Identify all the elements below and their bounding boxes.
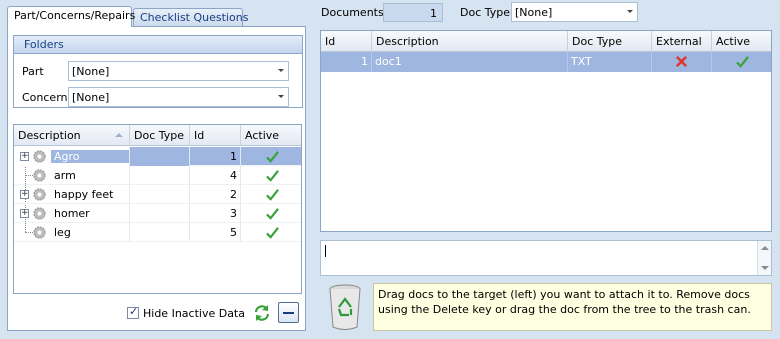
document-cell-doc-type: TXT: [568, 52, 652, 72]
documents-count: 1: [383, 3, 443, 22]
gear-icon: [33, 226, 46, 239]
tree-cell-active: [241, 204, 303, 223]
expand-icon[interactable]: +: [20, 190, 29, 199]
expand-icon[interactable]: +: [20, 152, 29, 161]
doc-type-combo[interactable]: [None]: [511, 2, 638, 22]
tree-cell-id: 5: [190, 223, 241, 242]
part-combo-value: [None]: [72, 65, 110, 78]
documents-grid[interactable]: Id Description Doc Type External Active …: [320, 30, 772, 232]
trash-can-icon[interactable]: [325, 281, 365, 333]
doc-type-label: Doc Type: [460, 6, 511, 19]
document-cell-active: [712, 52, 773, 72]
tree-node-label: Agro: [51, 150, 129, 163]
checkmark-icon: [265, 189, 279, 201]
gear-icon: [33, 188, 46, 201]
column-header-active[interactable]: Active: [712, 31, 773, 52]
column-header-active[interactable]: Active: [241, 125, 303, 146]
collapse-all-button[interactable]: [278, 302, 299, 323]
tree-row[interactable]: arm 4: [14, 166, 301, 185]
column-header-doc-type[interactable]: Doc Type: [568, 31, 652, 52]
folders-group: Folders Part [None] Concern [None]: [13, 35, 303, 108]
chevron-down-icon[interactable]: [627, 10, 633, 13]
column-header-external[interactable]: External: [652, 31, 712, 52]
document-cell-external: [652, 52, 712, 72]
tree-cell-doc-type: [130, 204, 190, 223]
doc-type-combo-value: [None]: [515, 6, 553, 19]
gear-icon: [33, 150, 46, 163]
tree-cell-doc-type: [130, 223, 190, 242]
tree-header: Description Doc Type Id Active: [14, 125, 301, 146]
text-caret: [325, 245, 326, 257]
checkmark-icon: [265, 151, 279, 163]
vertical-scrollbar[interactable]: [757, 241, 771, 275]
document-row[interactable]: 1 doc1 TXT: [321, 52, 771, 72]
tree-cell-active: [241, 223, 303, 242]
concern-combo-value: [None]: [72, 91, 110, 104]
tree-cell-active: [241, 147, 303, 166]
part-label: Part: [22, 65, 44, 78]
tree-cell-description: + Agro: [14, 147, 130, 166]
tree-cell-description: + happy feet: [14, 185, 130, 204]
checkmark-icon: [265, 170, 279, 182]
part-combo[interactable]: [None]: [68, 61, 289, 81]
sort-ascending-icon: [115, 133, 123, 137]
tree-cell-active: [241, 185, 303, 204]
tree-node-label: leg: [54, 226, 71, 239]
tree-row[interactable]: + Agro 1: [14, 147, 301, 166]
column-header-description[interactable]: Description: [14, 125, 130, 146]
checkmark-icon: [736, 56, 749, 68]
tree-cell-doc-type: [130, 185, 190, 204]
part-tree-grid[interactable]: Description Doc Type Id Active + Agro 1: [13, 124, 302, 294]
tree-cell-description: + homer: [14, 204, 130, 223]
gear-icon: [33, 207, 46, 220]
document-notes-textarea[interactable]: [320, 240, 772, 276]
column-header-id[interactable]: Id: [190, 125, 241, 146]
gear-icon: [33, 169, 46, 182]
refresh-icon[interactable]: [252, 303, 272, 323]
tree-node-label: arm: [54, 169, 76, 182]
hide-inactive-label[interactable]: Hide Inactive Data: [143, 307, 245, 320]
tree-row[interactable]: leg 5: [14, 223, 301, 242]
checkmark-icon: [265, 208, 279, 220]
column-header-description[interactable]: Description: [372, 31, 568, 52]
chevron-down-icon[interactable]: [278, 69, 284, 72]
scroll-up-icon[interactable]: [761, 246, 769, 250]
tree-cell-doc-type: [130, 147, 190, 166]
tree-cell-id: 4: [190, 166, 241, 185]
concern-combo[interactable]: [None]: [68, 87, 289, 107]
tab-checklist-questions[interactable]: Checklist Questions: [133, 8, 248, 27]
tree-cell-description: leg: [14, 223, 130, 242]
folders-group-title: Folders: [14, 36, 302, 54]
column-header-description-label: Description: [18, 129, 81, 142]
documents-label: Documents: [321, 6, 384, 19]
scroll-down-icon[interactable]: [761, 266, 769, 270]
tree-node-label: homer: [54, 207, 90, 220]
tree-cell-id: 1: [190, 147, 241, 166]
tab-part-concerns-repairs[interactable]: Part/Concerns/Repairs: [7, 6, 135, 27]
cross-icon: [676, 56, 687, 67]
chevron-down-icon[interactable]: [278, 95, 284, 98]
documents-grid-header: Id Description Doc Type External Active: [321, 31, 771, 52]
column-header-id[interactable]: Id: [321, 31, 372, 52]
tree-cell-id: 2: [190, 185, 241, 204]
tree-row[interactable]: + homer 3: [14, 204, 301, 223]
expand-icon[interactable]: +: [20, 209, 29, 218]
document-cell-description: doc1: [372, 52, 568, 72]
tree-cell-doc-type: [130, 166, 190, 185]
tree-cell-description: arm: [14, 166, 130, 185]
drag-hint-tooltip: Drag docs to the target (left) you want …: [373, 283, 772, 331]
hide-inactive-checkbox[interactable]: [127, 305, 139, 319]
tree-row[interactable]: + happy feet 2: [14, 185, 301, 204]
tree-cell-id: 3: [190, 204, 241, 223]
column-header-doc-type[interactable]: Doc Type: [130, 125, 190, 146]
document-cell-id: 1: [321, 52, 372, 72]
tree-cell-active: [241, 166, 303, 185]
tree-node-label: happy feet: [54, 188, 114, 201]
concern-label: Concern: [22, 91, 68, 104]
checkmark-icon: [265, 227, 279, 239]
